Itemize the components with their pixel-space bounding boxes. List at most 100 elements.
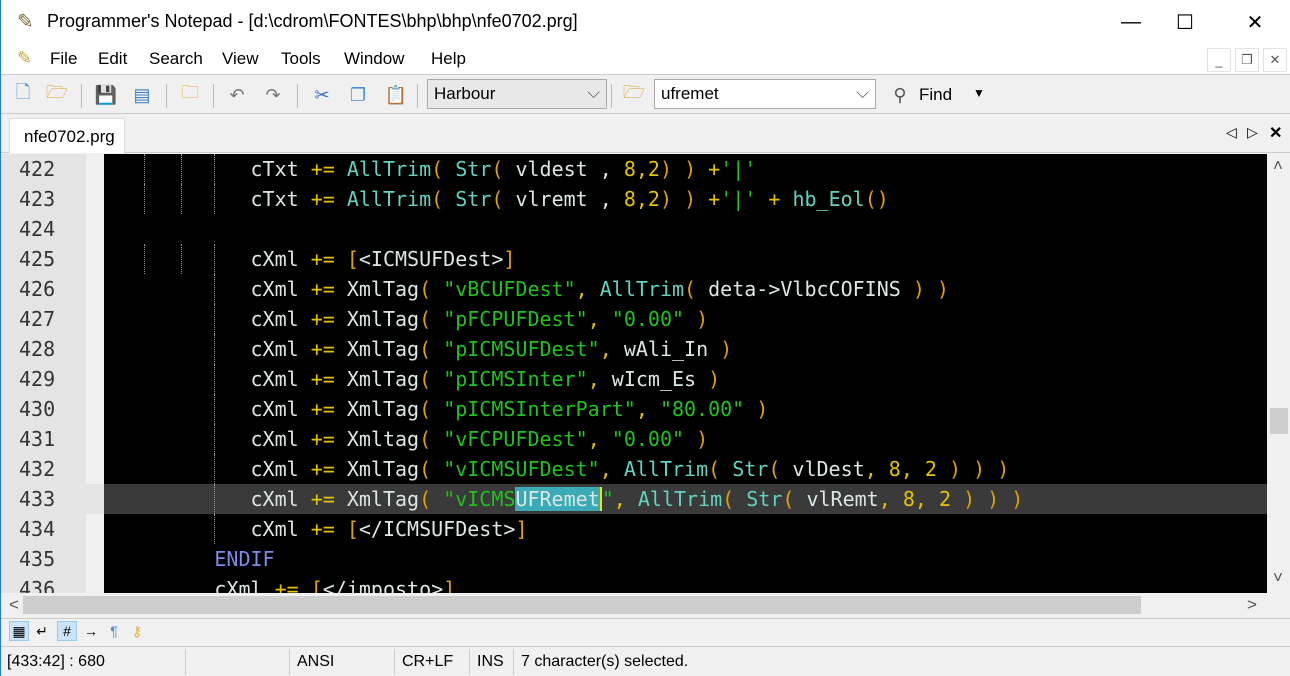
token-str: "pICMSInter" — [443, 367, 588, 391]
chevron-down-icon: ⌵ — [587, 83, 600, 102]
token-op: += — [310, 337, 335, 361]
undo-icon[interactable]: ↶ — [224, 82, 250, 108]
token-br: ) — [987, 487, 1000, 511]
find-button[interactable]: Find — [919, 85, 952, 105]
save-icon[interactable]: 💾 — [93, 82, 119, 108]
code-line[interactable]: 428 cXml += XmlTag( "pICMSUFDest", wAli_… — [1, 334, 1267, 364]
maximize-button[interactable]: ☐ — [1153, 0, 1217, 45]
tab-prev-icon[interactable]: ◁ — [1226, 124, 1237, 141]
code-line[interactable]: 425 cXml += [<ICMSUFDest>] — [1, 244, 1267, 274]
vertical-scrollbar[interactable]: ˄ ˅ — [1267, 154, 1290, 593]
token-op: += — [310, 307, 335, 331]
show-line-endings-icon[interactable]: ¶ — [104, 621, 124, 641]
token-id: cXml — [106, 577, 275, 593]
code-line[interactable]: 422 cTxt += AllTrim( Str( vldest , 8,2) … — [1, 154, 1267, 184]
token-br: ( — [419, 307, 432, 331]
token-str: "0.00" — [611, 307, 685, 331]
code-line[interactable]: 423 cTxt += AllTrim( Str( vlremt , 8,2) … — [1, 184, 1267, 214]
code-line[interactable]: 424 — [1, 214, 1267, 244]
tab-nfe0702[interactable]: nfe0702.prg — [9, 118, 125, 153]
copy-icon[interactable]: ❐ — [345, 82, 371, 108]
token-br: ) — [936, 277, 949, 301]
token-id — [335, 157, 347, 181]
save-all-icon[interactable]: ▤ — [129, 82, 155, 108]
scheme-select[interactable]: Harbour ⌵ — [427, 79, 607, 109]
menu-view[interactable]: View — [222, 49, 259, 69]
find-in-files-icon[interactable]: 🗁 — [621, 82, 647, 108]
token-id: cXml — [106, 457, 311, 481]
redo-icon[interactable]: ↷ — [260, 82, 286, 108]
cut-icon[interactable]: ✂ — [309, 82, 335, 108]
code-line[interactable]: 436 cXml += [</imposto>] — [1, 574, 1267, 593]
token-id: cXml — [106, 247, 311, 271]
token-fn: Str — [455, 187, 492, 211]
word-wrap-icon[interactable]: ↵ — [32, 621, 52, 641]
show-tabs-icon[interactable]: → — [81, 621, 101, 641]
token-id: vldest , — [503, 157, 624, 181]
mdi-restore-button[interactable]: ❐ — [1235, 48, 1259, 72]
scroll-up-icon[interactable]: ˄ — [1273, 156, 1283, 176]
color-scheme-icon[interactable]: ▦ — [9, 621, 29, 641]
close-button[interactable]: ✕ — [1223, 0, 1287, 45]
find-dropdown-icon[interactable]: ▼ — [973, 86, 985, 100]
search-input[interactable]: ufremet ⌵ — [654, 79, 876, 109]
token-kw: ENDIF — [106, 547, 275, 571]
line-number: 433 — [19, 487, 56, 511]
vertical-scroll-thumb[interactable] — [1270, 408, 1288, 434]
title-bar: ✎ Programmer's Notepad - [d:\cdrom\FONTE… — [1, 0, 1290, 45]
separator — [213, 84, 214, 108]
token-str: "vICMSUFDest" — [443, 457, 600, 481]
open-project-icon[interactable]: 🗀 — [177, 82, 203, 108]
token-id — [335, 187, 347, 211]
code-editor[interactable]: 422 cTxt += AllTrim( Str( vldest , 8,2) … — [1, 154, 1267, 593]
code-line[interactable]: 435 ENDIF — [1, 544, 1267, 574]
token-br: ( — [768, 457, 781, 481]
scroll-right-icon[interactable]: > — [1247, 595, 1257, 615]
code-line[interactable]: 426 cXml += XmlTag( "vBCUFDest", AllTrim… — [1, 274, 1267, 304]
token-id — [431, 367, 443, 391]
token-id — [780, 187, 792, 211]
horizontal-scroll-thumb[interactable] — [23, 596, 1141, 614]
separator — [611, 84, 612, 108]
menu-file[interactable]: File — [50, 49, 77, 69]
code-line[interactable]: 430 cXml += XmlTag( "pICMSInterPart", "8… — [1, 394, 1267, 424]
token-id — [431, 427, 443, 451]
separator — [417, 84, 418, 108]
code-line[interactable]: 432 cXml += XmlTag( "vICMSUFDest", AllTr… — [1, 454, 1267, 484]
code-line[interactable]: 427 cXml += XmlTag( "pFCPUFDest", "0.00"… — [1, 304, 1267, 334]
menu-edit[interactable]: Edit — [98, 49, 127, 69]
token-num: 2 — [938, 487, 952, 511]
open-file-icon[interactable]: 🗁 — [44, 82, 70, 108]
toolbar: 🗋 🗁 💾 ▤ 🗀 ↶ ↷ ✂ ❐ 📋 🗁 ⚲ Find ▼ — [1, 76, 1290, 114]
mdi-minimize-button[interactable]: _ — [1207, 48, 1231, 72]
mdi-close-button[interactable]: ✕ — [1263, 48, 1287, 72]
binoculars-icon[interactable]: ⚲ — [887, 82, 913, 108]
search-value: ufremet — [661, 84, 719, 103]
new-file-icon[interactable]: 🗋 — [10, 82, 36, 108]
menu-help[interactable]: Help — [431, 49, 466, 69]
paste-icon[interactable]: 📋 — [383, 82, 409, 108]
menu-window[interactable]: Window — [344, 49, 404, 69]
token-num: 8 — [902, 487, 915, 511]
code-text: cXml += XmlTag( "vBCUFDest", AllTrim( de… — [106, 277, 949, 301]
code-line[interactable]: 429 cXml += XmlTag( "pICMSInter", wIcm_E… — [1, 364, 1267, 394]
code-line[interactable]: 434 cXml += [</ICMSUFDest>] — [1, 514, 1267, 544]
key-icon[interactable]: ⚷ — [127, 621, 147, 641]
scroll-down-icon[interactable]: ˅ — [1273, 568, 1283, 588]
token-id: </imposto> — [322, 577, 444, 593]
scroll-left-icon[interactable]: < — [9, 595, 19, 615]
token-br: ( — [419, 277, 432, 301]
tab-close-icon[interactable]: ✕ — [1269, 123, 1282, 143]
code-line[interactable]: 433 cXml += XmlTag( "vICMSUFRemet ", AllT… — [1, 484, 1267, 514]
token-br: ) — [756, 397, 769, 421]
horizontal-scrollbar[interactable]: < > — [1, 593, 1267, 617]
line-numbers-icon[interactable]: # — [57, 621, 77, 641]
tab-next-icon[interactable]: ▷ — [1247, 124, 1258, 141]
code-text: cXml += [<ICMSUFDest>] — [106, 247, 515, 271]
token-id — [756, 187, 768, 211]
menu-search[interactable]: Search — [149, 49, 203, 69]
menu-tools[interactable]: Tools — [281, 49, 321, 69]
code-line[interactable]: 431 cXml += Xmltag( "vFCPUFDest", "0.00"… — [1, 424, 1267, 454]
token-op: , — [635, 397, 648, 421]
line-number: 423 — [19, 187, 56, 211]
